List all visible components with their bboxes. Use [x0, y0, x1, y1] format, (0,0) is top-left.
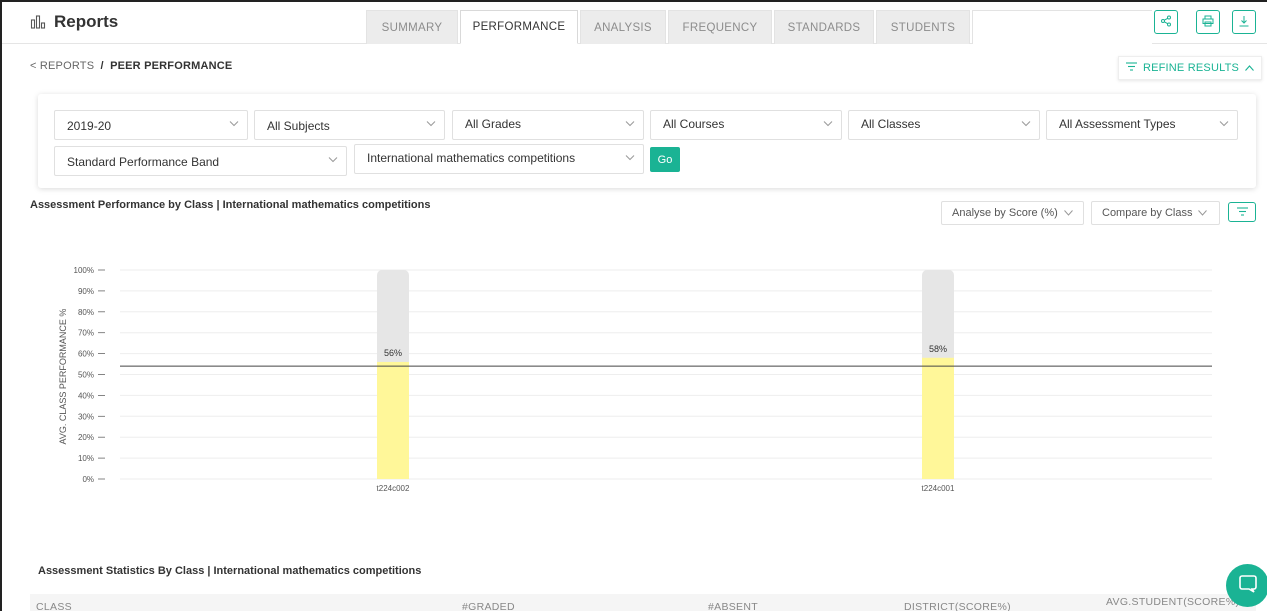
print-icon: [1202, 15, 1214, 30]
courses-select[interactable]: All Courses: [650, 110, 842, 140]
download-icon: [1238, 15, 1250, 30]
bar: [377, 361, 409, 479]
subjects-select[interactable]: All Subjects: [254, 110, 445, 140]
assessment-types-select[interactable]: All Assessment Types: [1046, 110, 1238, 140]
x-tick-label: t224c001: [922, 484, 955, 493]
column-header-absent[interactable]: #ABSENT: [708, 601, 758, 611]
classes-select[interactable]: All Classes: [848, 110, 1040, 140]
chevron-down-icon: [426, 118, 436, 128]
breadcrumb-back-link[interactable]: < REPORTS: [30, 60, 94, 72]
download-button[interactable]: [1232, 10, 1256, 34]
chart-filter-button[interactable]: [1228, 202, 1256, 222]
y-tick-label: 60%: [78, 350, 94, 359]
y-tick-label: 100%: [74, 266, 94, 275]
bar: [922, 357, 954, 479]
breadcrumb: < REPORTS / PEER PERFORMANCE: [30, 60, 232, 72]
assessment-select[interactable]: International mathematics competitions: [354, 144, 644, 174]
y-tick-label: 30%: [78, 412, 94, 421]
y-tick-label: 50%: [78, 371, 94, 380]
tab-analysis[interactable]: ANALYSIS: [580, 10, 666, 44]
y-tick-label: 10%: [78, 454, 94, 463]
share-button[interactable]: [1154, 10, 1178, 34]
classes-value: All Classes: [861, 117, 921, 131]
chevron-down-icon: [625, 118, 635, 128]
refine-results-button[interactable]: REFINE RESULTS: [1118, 56, 1262, 80]
compare-by-select[interactable]: Compare by Class: [1091, 201, 1220, 225]
column-header-class[interactable]: CLASS: [36, 601, 72, 611]
report-tabs: SUMMARY PERFORMANCE ANALYSIS FREQUENCY S…: [366, 10, 1154, 44]
grades-select[interactable]: All Grades: [452, 110, 644, 140]
y-tick-label: 70%: [78, 329, 94, 338]
chevron-down-icon: [1198, 207, 1208, 219]
table-section-title: Assessment Statistics By Class | Interna…: [38, 565, 422, 577]
x-tick-label: t224c002: [377, 484, 410, 493]
chart-section-title: Assessment Performance by Class | Intern…: [30, 199, 431, 211]
bar-value-label: 56%: [384, 348, 402, 358]
chat-icon: [1238, 573, 1258, 598]
chevron-down-icon: [625, 152, 635, 162]
bar-value-label: 58%: [929, 344, 947, 354]
bar-chart-icon: [30, 14, 46, 30]
y-tick-label: 90%: [78, 287, 94, 296]
go-button[interactable]: Go: [650, 147, 680, 172]
assessment-types-value: All Assessment Types: [1059, 117, 1176, 131]
chevron-down-icon: [328, 154, 338, 164]
performance-band-value: Standard Performance Band: [67, 155, 220, 169]
share-icon: [1160, 15, 1172, 30]
y-tick-label: 40%: [78, 391, 94, 400]
breadcrumb-current: PEER PERFORMANCE: [110, 60, 233, 72]
filter-lines-icon: [1236, 203, 1248, 221]
y-tick-label: 20%: [78, 433, 94, 442]
tab-performance[interactable]: PERFORMANCE: [460, 10, 578, 44]
top-bar: Reports SUMMARY PERFORMANCE ANALYSIS FRE…: [2, 2, 1267, 44]
chevron-down-icon: [1021, 118, 1031, 128]
performance-band-select[interactable]: Standard Performance Band: [54, 146, 347, 176]
filters-panel: 2019-20 All Subjects All Grades All Cour…: [38, 94, 1256, 188]
y-tick-label: 80%: [78, 308, 94, 317]
grades-value: All Grades: [465, 117, 522, 131]
chat-button[interactable]: [1226, 564, 1267, 607]
column-header-graded[interactable]: #GRADED: [462, 601, 515, 611]
refine-results-label: REFINE RESULTS: [1142, 62, 1240, 74]
school-year-select[interactable]: 2019-20: [54, 110, 248, 140]
column-header-avg-student-score[interactable]: AVG.STUDENT(SCORE%): [1106, 596, 1239, 608]
analyse-by-select[interactable]: Analyse by Score (%): [941, 201, 1084, 225]
tab-standards[interactable]: STANDARDS: [774, 10, 874, 44]
tab-spacer: [972, 10, 1152, 44]
breadcrumb-separator: /: [100, 60, 104, 72]
assessment-value: International mathematics competitions: [367, 151, 576, 165]
school-year-value: 2019-20: [67, 119, 112, 133]
filter-lines-icon: [1125, 62, 1137, 74]
brand: Reports: [30, 12, 118, 32]
chevron-down-icon: [1219, 118, 1229, 128]
compare-by-value: Compare by Class: [1102, 207, 1193, 219]
chevron-down-icon: [229, 118, 239, 128]
chevron-up-icon: [1245, 62, 1254, 74]
tab-frequency[interactable]: FREQUENCY: [668, 10, 772, 44]
performance-bar-chart: AVG. CLASS PERFORMANCE % 100% 90% 80% 70% 60%…: [58, 266, 1212, 493]
column-header-district-score[interactable]: DISTRICT(SCORE%): [904, 601, 1011, 611]
subjects-value: All Subjects: [267, 119, 330, 133]
analyse-by-value: Analyse by Score (%): [952, 207, 1058, 219]
print-button[interactable]: [1196, 10, 1220, 34]
courses-value: All Courses: [663, 117, 725, 131]
chevron-down-icon: [823, 118, 833, 128]
tab-summary[interactable]: SUMMARY: [366, 10, 458, 44]
tab-students[interactable]: STUDENTS: [876, 10, 970, 44]
table-header-row: CLASS #GRADED #ABSENT DISTRICT(SCORE%) A…: [30, 594, 1256, 611]
y-tick-label: 0%: [82, 475, 94, 484]
y-axis-label: AVG. CLASS PERFORMANCE %: [58, 309, 68, 445]
app-title: Reports: [54, 12, 119, 31]
chevron-down-icon: [1063, 207, 1073, 219]
